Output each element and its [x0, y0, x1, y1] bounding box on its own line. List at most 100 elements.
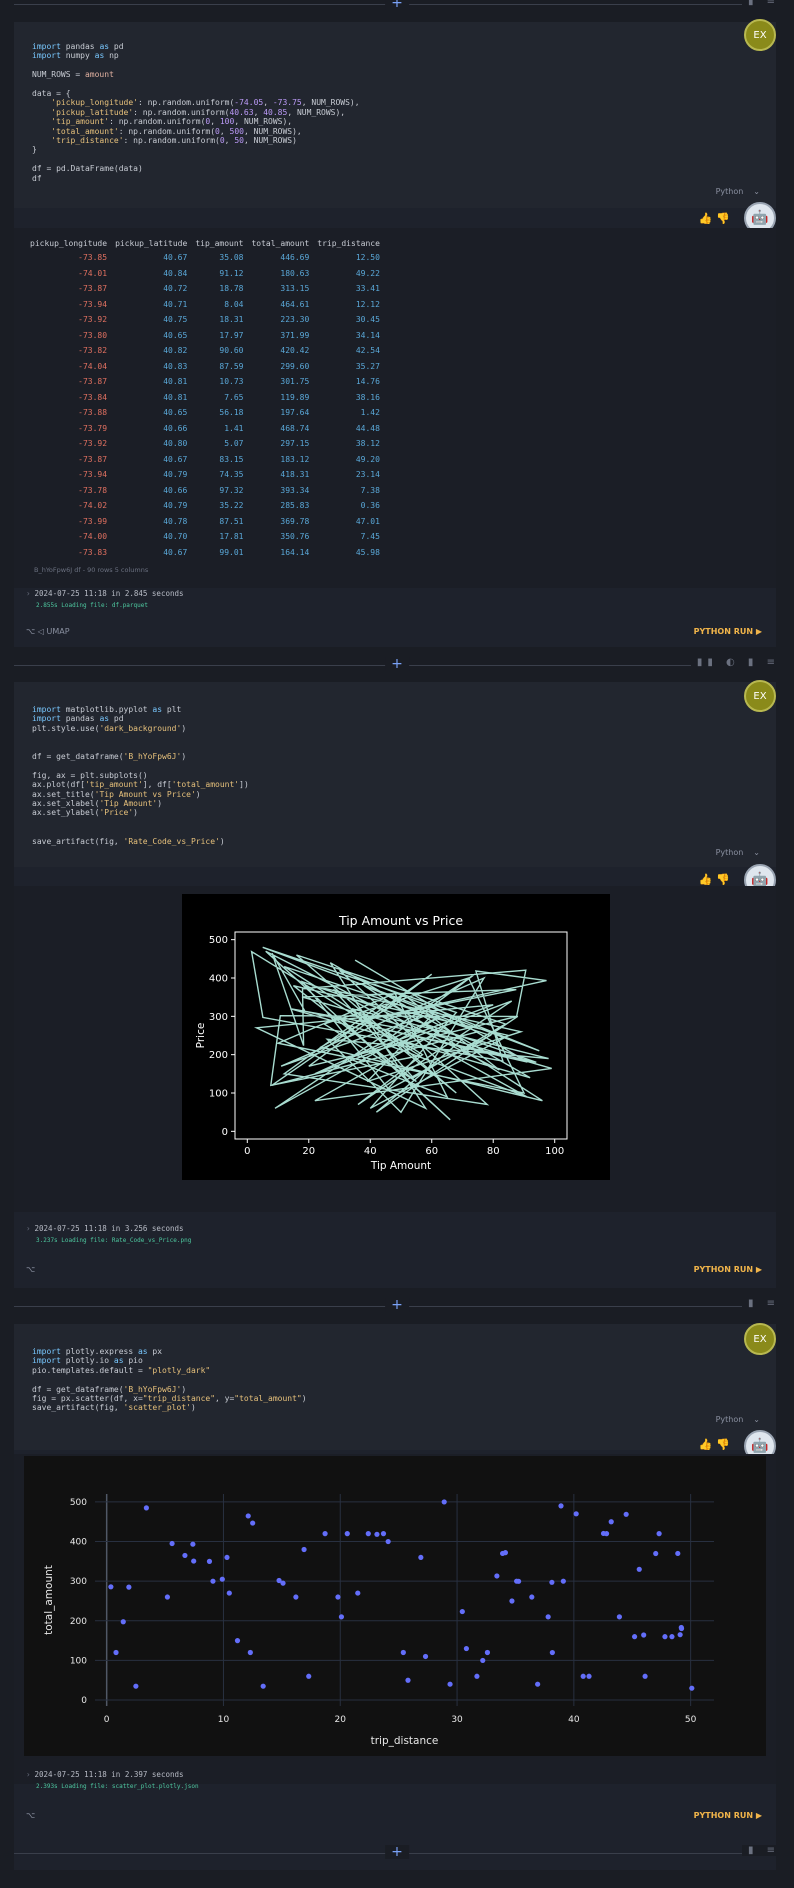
- cell-tools[interactable]: ▮▮ ◐ ▮ ≡: [690, 657, 780, 668]
- code-block[interactable]: import pandas as pd import numpy as np N…: [32, 22, 758, 183]
- output-plotly-panel: 0 10 20 30 40 50 0 100 200 300 400 500 trip_distance…: [14, 1454, 776, 1784]
- code-block[interactable]: import matplotlib.pyplot as plt import p…: [32, 682, 758, 846]
- table-cell: 40.67: [163, 454, 188, 464]
- table-cell: 42.54: [355, 346, 380, 356]
- table-cell: -73.94: [78, 470, 108, 480]
- run-info[interactable]: › 2024-07-25 11:18 in 2.845 seconds: [26, 589, 184, 598]
- table-cell: 35.22: [219, 501, 244, 511]
- scatter-point: [191, 1558, 197, 1564]
- code-editor[interactable]: import plotly.express as px import plotl…: [14, 1324, 776, 1450]
- table-cell: -73.80: [78, 330, 108, 340]
- table-cell: 40.66: [163, 485, 188, 495]
- table-cell: 18.78: [219, 284, 244, 294]
- cell-footer: ⌥ PYTHON RUN ▶: [26, 1811, 762, 1825]
- chevron-right-icon[interactable]: ›: [26, 589, 31, 598]
- table-cell: 18.31: [219, 315, 244, 325]
- scatter-point: [301, 1546, 307, 1553]
- cell-footer-actions[interactable]: ⌥ ◁ UMAP: [26, 627, 70, 636]
- thumbs-down-icon[interactable]: 👎: [716, 1438, 734, 1451]
- scatter-point: [335, 1594, 341, 1600]
- thumbs-up-icon[interactable]: 👍: [699, 873, 717, 886]
- table-row: -74.00 40.70 17.81 350.76 7.45: [26, 529, 384, 545]
- column-header[interactable]: trip_distance: [313, 236, 384, 250]
- cell-footer-actions[interactable]: ⌥: [26, 1265, 35, 1274]
- scatter-point: [535, 1681, 541, 1687]
- add-cell-button[interactable]: +: [385, 657, 409, 671]
- table-cell: 14.76: [355, 377, 380, 387]
- cell-divider-1: + ▮▮ ◐ ▮ ≡: [14, 657, 780, 672]
- chevron-right-icon[interactable]: ›: [26, 1770, 31, 1779]
- table-cell: 40.70: [163, 532, 188, 542]
- table-row: -73.79 40.66 1.41 468.74 44.48: [26, 421, 384, 437]
- run-button[interactable]: PYTHON RUN ▶: [694, 627, 762, 636]
- add-cell-button[interactable]: +: [385, 1845, 409, 1859]
- cell-tools[interactable]: ▮ ≡: [741, 1298, 780, 1309]
- column-header[interactable]: total_amount: [247, 236, 313, 250]
- scatter-point: [560, 1578, 566, 1584]
- cell-tools[interactable]: ▮ ≡: [741, 1845, 780, 1856]
- scatter-point: [459, 1608, 465, 1615]
- run-button[interactable]: PYTHON RUN ▶: [694, 1811, 762, 1820]
- plotly-scatter-chart[interactable]: 0 10 20 30 40 500100200300400500trip_distance…: [24, 1456, 766, 1756]
- language-selector[interactable]: Python ⌄: [716, 848, 760, 857]
- table-cell: 40.82: [163, 346, 188, 356]
- run-info[interactable]: › 2024-07-25 11:18 in 2.397 seconds: [26, 1770, 184, 1779]
- table-row: -73.80 40.65 17.97 371.99 34.14: [26, 328, 384, 344]
- robot-icon: 🤖: [751, 210, 769, 226]
- y-tick-label: 200: [70, 1617, 87, 1627]
- scatter-point: [616, 1614, 622, 1620]
- run-button[interactable]: PYTHON RUN ▶: [694, 1265, 762, 1274]
- scatter-point: [603, 1531, 610, 1537]
- scatter-point: [675, 1550, 681, 1557]
- cell-footer-actions[interactable]: ⌥: [26, 1811, 35, 1820]
- y-tick-label: 500: [209, 935, 228, 946]
- table-cell: 23.14: [355, 470, 380, 480]
- y-axis-label: total_amount: [43, 1565, 55, 1635]
- scatter-point: [636, 1566, 642, 1572]
- scatter-point: [245, 1513, 251, 1519]
- chart-title: Tip Amount vs Price: [338, 913, 463, 928]
- table-cell: 464.61: [280, 299, 310, 309]
- scatter-point: [280, 1580, 286, 1586]
- table-cell: 40.81: [163, 377, 188, 387]
- column-header[interactable]: tip_amount: [191, 236, 247, 250]
- chevron-right-icon[interactable]: ›: [26, 1224, 31, 1233]
- add-cell-button[interactable]: +: [385, 1298, 409, 1312]
- language-selector[interactable]: Python ⌄: [716, 1415, 760, 1424]
- scatter-point: [689, 1685, 695, 1691]
- table-row: -73.85 40.67 35.08 446.69 12.50: [26, 250, 384, 266]
- code-block[interactable]: import plotly.express as px import plotl…: [32, 1324, 758, 1413]
- table-cell: 40.67: [163, 253, 188, 263]
- language-selector[interactable]: Python ⌄: [716, 187, 760, 196]
- notebook-cell-3: import plotly.express as px import plotl…: [14, 1323, 776, 1870]
- table-cell: 40.81: [163, 392, 188, 402]
- add-cell-button[interactable]: +: [385, 0, 409, 10]
- thumbs-down-icon[interactable]: 👎: [716, 212, 734, 225]
- scatter-point: [338, 1614, 345, 1620]
- scatter-point: [400, 1649, 406, 1656]
- scatter-point: [108, 1584, 114, 1590]
- table-row: -73.87 40.81 10.73 301.75 14.76: [26, 374, 384, 390]
- run-info[interactable]: › 2024-07-25 11:18 in 3.256 seconds: [26, 1224, 184, 1233]
- feedback-buttons[interactable]: 👍👎: [699, 1438, 734, 1451]
- thumbs-up-icon[interactable]: 👍: [699, 1438, 717, 1451]
- code-editor[interactable]: import matplotlib.pyplot as plt import p…: [14, 682, 776, 867]
- scatter-point: [608, 1519, 614, 1525]
- table-cell: 38.12: [355, 439, 380, 449]
- table-cell: -73.87: [78, 454, 108, 464]
- thumbs-up-icon[interactable]: 👍: [699, 212, 717, 225]
- table-cell: 1.41: [224, 423, 244, 433]
- x-tick-label: 20: [335, 1715, 347, 1725]
- code-editor[interactable]: import pandas as pd import numpy as np N…: [14, 22, 776, 208]
- table-cell: 87.51: [219, 516, 244, 526]
- column-header[interactable]: pickup_latitude: [111, 236, 191, 250]
- column-header[interactable]: pickup_longitude: [26, 236, 111, 250]
- scatter-point: [662, 1634, 668, 1640]
- feedback-buttons[interactable]: 👍👎: [699, 873, 734, 886]
- thumbs-down-icon[interactable]: 👎: [716, 873, 734, 886]
- scatter-point: [549, 1649, 555, 1656]
- scatter-point: [441, 1499, 447, 1505]
- feedback-buttons[interactable]: 👍👎: [699, 212, 734, 225]
- scatter-point: [480, 1657, 486, 1664]
- cell-tools[interactable]: ▮ ≡: [741, 0, 780, 7]
